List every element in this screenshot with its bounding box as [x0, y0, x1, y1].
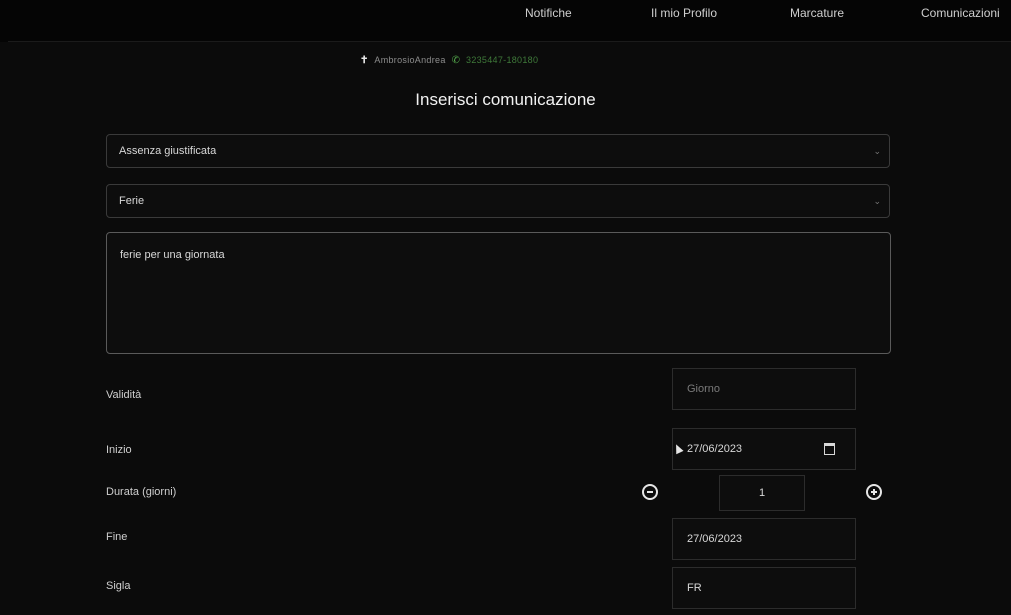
calendar-icon[interactable] [824, 443, 835, 455]
sigla-label: Sigla [106, 580, 131, 592]
increment-button[interactable] [866, 484, 882, 500]
fine-input[interactable]: 27/06/2023 [672, 518, 856, 560]
tipo-select-value: Assenza giustificata [119, 145, 217, 157]
nav-comunicazioni[interactable]: Comunicazioni [921, 6, 1000, 20]
causale-select-value: Ferie [119, 195, 145, 207]
durata-stepper[interactable]: 1 [719, 475, 805, 511]
user-info: ✝ AmbrosioAndrea ✆ 3235447-180180 [360, 52, 538, 68]
durata-label: Durata (giorni) [106, 486, 177, 498]
phone-icon: ✆ [451, 54, 461, 66]
top-navbar: Notifiche Il mio Profilo Marcature Comun… [0, 0, 1011, 42]
plus-circle-icon-vertical [873, 489, 875, 495]
sigla-input[interactable]: FR [672, 567, 856, 609]
nav-mio-profilo[interactable]: Il mio Profilo [651, 6, 717, 20]
person-icon: ✝ [360, 54, 369, 66]
chevron-down-icon: ⌄ [873, 196, 881, 206]
nav-marcature[interactable]: Marcature [790, 6, 844, 20]
page-title: Inserisci comunicazione [415, 90, 596, 109]
validita-label: Validità [106, 389, 142, 401]
chevron-down-icon: ⌄ [873, 146, 881, 156]
causale-select[interactable]: Ferie ⌄ [106, 184, 890, 218]
fine-label: Fine [106, 531, 128, 543]
note-textarea[interactable]: ferie per una giornata [106, 232, 891, 354]
navbar-divider [8, 41, 1011, 42]
tipo-select[interactable]: Assenza giustificata ⌄ [106, 134, 890, 168]
inizio-date-value: 27/06/2023 [687, 443, 743, 455]
validita-input[interactable]: Giorno [672, 368, 856, 410]
inizio-label: Inizio [106, 444, 132, 456]
minus-circle-icon [647, 491, 653, 493]
user-phone: 3235447-180180 [466, 55, 539, 65]
user-name: AmbrosioAndrea [374, 55, 446, 65]
nav-notifiche[interactable]: Notifiche [525, 6, 572, 20]
inizio-date-input[interactable]: 27/06/2023 [672, 428, 856, 470]
decrement-button[interactable] [642, 484, 658, 500]
